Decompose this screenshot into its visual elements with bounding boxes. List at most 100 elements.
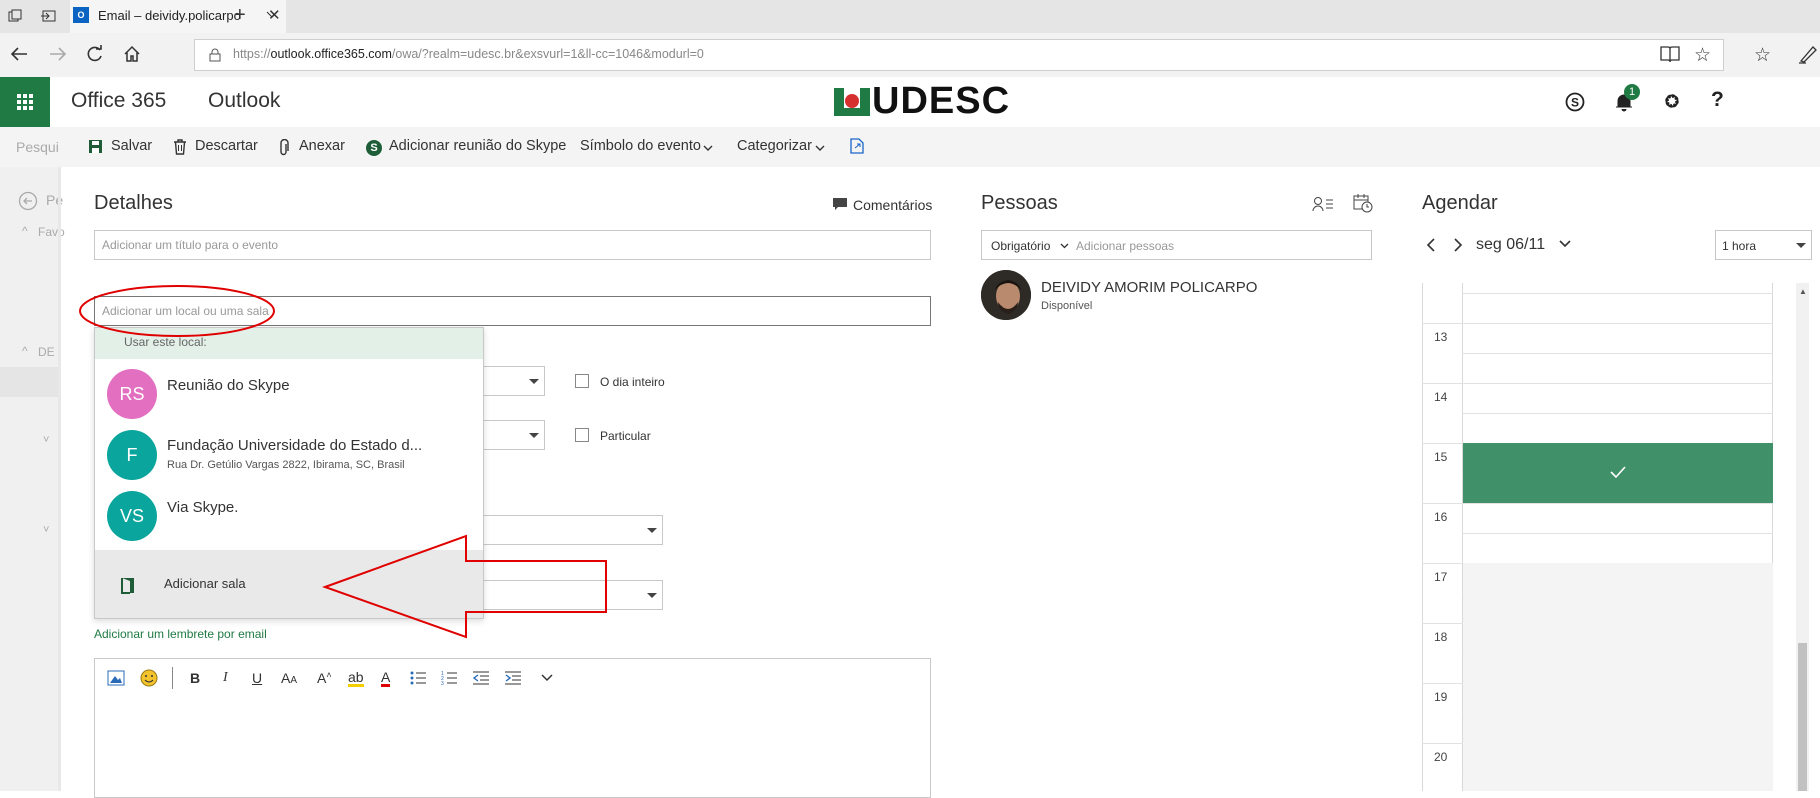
highlight-icon[interactable]: ab [348,670,364,687]
forward-icon[interactable] [49,46,67,62]
more-formatting-chevron-icon[interactable] [541,674,553,682]
save-button[interactable]: Salvar [111,138,152,154]
reminder-select[interactable] [470,580,663,610]
underline-icon[interactable]: U [252,670,262,686]
app-name[interactable]: Outlook [208,89,280,113]
new-tab-icon[interactable]: + [234,4,246,27]
discard-button[interactable]: Descartar [195,138,258,154]
hour-label: 14 [1434,390,1448,404]
numbering-icon[interactable]: 123 [441,671,457,685]
categorize-button[interactable]: Categorizar [737,138,812,154]
repeat-select[interactable] [470,515,663,545]
date-picker-chevron-icon[interactable] [1559,240,1571,248]
address-bar[interactable]: https://outlook.office365.com/owa/?realm… [194,39,1724,71]
udesc-logo [832,84,872,120]
url-prefix: https:// [233,47,271,61]
categorize-chevron-icon [815,145,825,152]
location-suggestion-item[interactable]: F Fundação Universidade do Estado d... R… [95,427,483,483]
location-suggestion-item[interactable]: VS Via Skype. [95,488,483,544]
add-room-button[interactable]: Adicionar sala [95,550,483,618]
all-day-label: O dia inteiro [600,375,665,389]
refresh-icon[interactable] [86,45,104,63]
comments-icon [832,197,848,211]
attendee-name[interactable]: DEIVIDY AMORIM POLICARPO [1041,279,1257,296]
popout-icon[interactable] [850,138,864,154]
scroll-up-icon[interactable]: ▲ [1799,287,1807,296]
previous-day-icon[interactable] [1426,238,1436,252]
room-door-icon [121,576,135,594]
home-icon[interactable] [123,45,141,63]
decrease-indent-icon[interactable] [472,671,490,685]
attach-button[interactable]: Anexar [299,138,345,154]
outlook-favicon-icon: O [73,7,89,23]
font-size-icon[interactable]: AA [281,670,297,686]
save-icon [88,139,103,154]
insert-picture-icon[interactable] [107,670,125,686]
favorite-star-icon[interactable]: ☆ [1694,44,1711,67]
all-day-checkbox[interactable] [575,374,589,388]
email-reminder-link[interactable]: Adicionar um lembrete por email [94,627,267,641]
hour-label: 17 [1434,570,1448,584]
lock-icon [209,48,221,62]
emoji-icon[interactable] [140,669,158,687]
private-checkbox[interactable] [575,428,589,442]
comments-button[interactable]: Comentários [853,197,932,213]
schedule-scrollbar[interactable]: ▲ [1796,283,1809,791]
required-dropdown[interactable]: Obrigatório [991,239,1050,253]
people-list-icon[interactable] [1312,196,1334,212]
tab-list-chevron-icon[interactable] [266,11,278,19]
add-skype-meeting-button[interactable]: Adicionar reunião do Skype [389,138,566,154]
collapse-chevron-icon[interactable]: ˅ [43,434,49,446]
scrollbar-thumb[interactable] [1798,643,1807,791]
group-label[interactable]: DE [38,345,55,359]
grid-line [1462,413,1773,414]
location-avatar: F [107,430,157,480]
notes-pen-icon[interactable] [1798,44,1818,64]
schedule-date[interactable]: seg 06/11 [1476,236,1545,254]
hour-label: 13 [1434,330,1448,344]
grid-line [1462,533,1773,534]
bullets-icon[interactable] [410,671,426,685]
event-symbol-chevron-icon [703,145,713,152]
hour-label: 20 [1434,750,1448,764]
help-icon[interactable]: ? [1711,88,1724,112]
proposed-event-block[interactable] [1463,443,1773,503]
location-suggestion-item[interactable]: RS Reunião do Skype [95,366,483,422]
favorites-chevron-icon[interactable]: ^ [22,224,28,238]
group-chevron-icon[interactable]: ^ [22,344,28,358]
svg-text:S: S [1571,96,1579,110]
back-icon[interactable] [10,46,28,62]
event-symbol-button[interactable]: Símbolo do evento [580,138,701,154]
add-people-input[interactable]: Adicionar pessoas [1076,239,1174,253]
increase-indent-icon[interactable] [504,671,522,685]
search-mail-input[interactable]: Pesqui [16,139,59,155]
font-color-icon[interactable]: A [381,670,391,687]
app-launcher-button[interactable] [0,77,50,127]
back-circle-icon[interactable] [18,191,38,211]
location-input[interactable]: Adicionar um local ou uma sala [94,296,931,326]
reading-view-icon[interactable] [1660,45,1680,63]
required-chevron-icon [1060,243,1069,249]
duration-select[interactable]: 1 hora [1715,230,1812,260]
grid-line [1462,353,1773,354]
settings-gear-icon[interactable] [1662,91,1682,111]
event-title-input[interactable]: Adicionar um título para o evento [94,230,931,260]
command-bar [0,127,1820,167]
add-people-field[interactable]: Obrigatório Adicionar pessoas [981,230,1372,260]
schedule-grid[interactable]: 13 14 15 16 17 18 19 20 [1422,283,1773,791]
browser-tab[interactable]: O Email – deividy.policarpo ✕ [70,0,286,33]
next-day-icon[interactable] [1453,238,1463,252]
italic-icon[interactable]: I [223,670,228,686]
grow-font-icon[interactable]: A˄ [317,670,332,686]
tab-actions-icon[interactable] [8,9,22,23]
bold-icon[interactable]: B [190,670,200,686]
url-domain: outlook.office365.com [270,47,392,61]
folder-pane-dimmed [0,167,58,791]
scheduling-assistant-icon[interactable] [1353,193,1373,213]
favorites-hub-icon[interactable]: ☆ [1754,44,1771,67]
skype-icon[interactable]: S [1565,92,1585,112]
attendee-avatar [981,270,1031,320]
collapse-chevron-icon-2[interactable]: ˅ [43,524,49,536]
suite-name[interactable]: Office 365 [71,89,166,113]
set-aside-tabs-icon[interactable] [40,9,56,23]
